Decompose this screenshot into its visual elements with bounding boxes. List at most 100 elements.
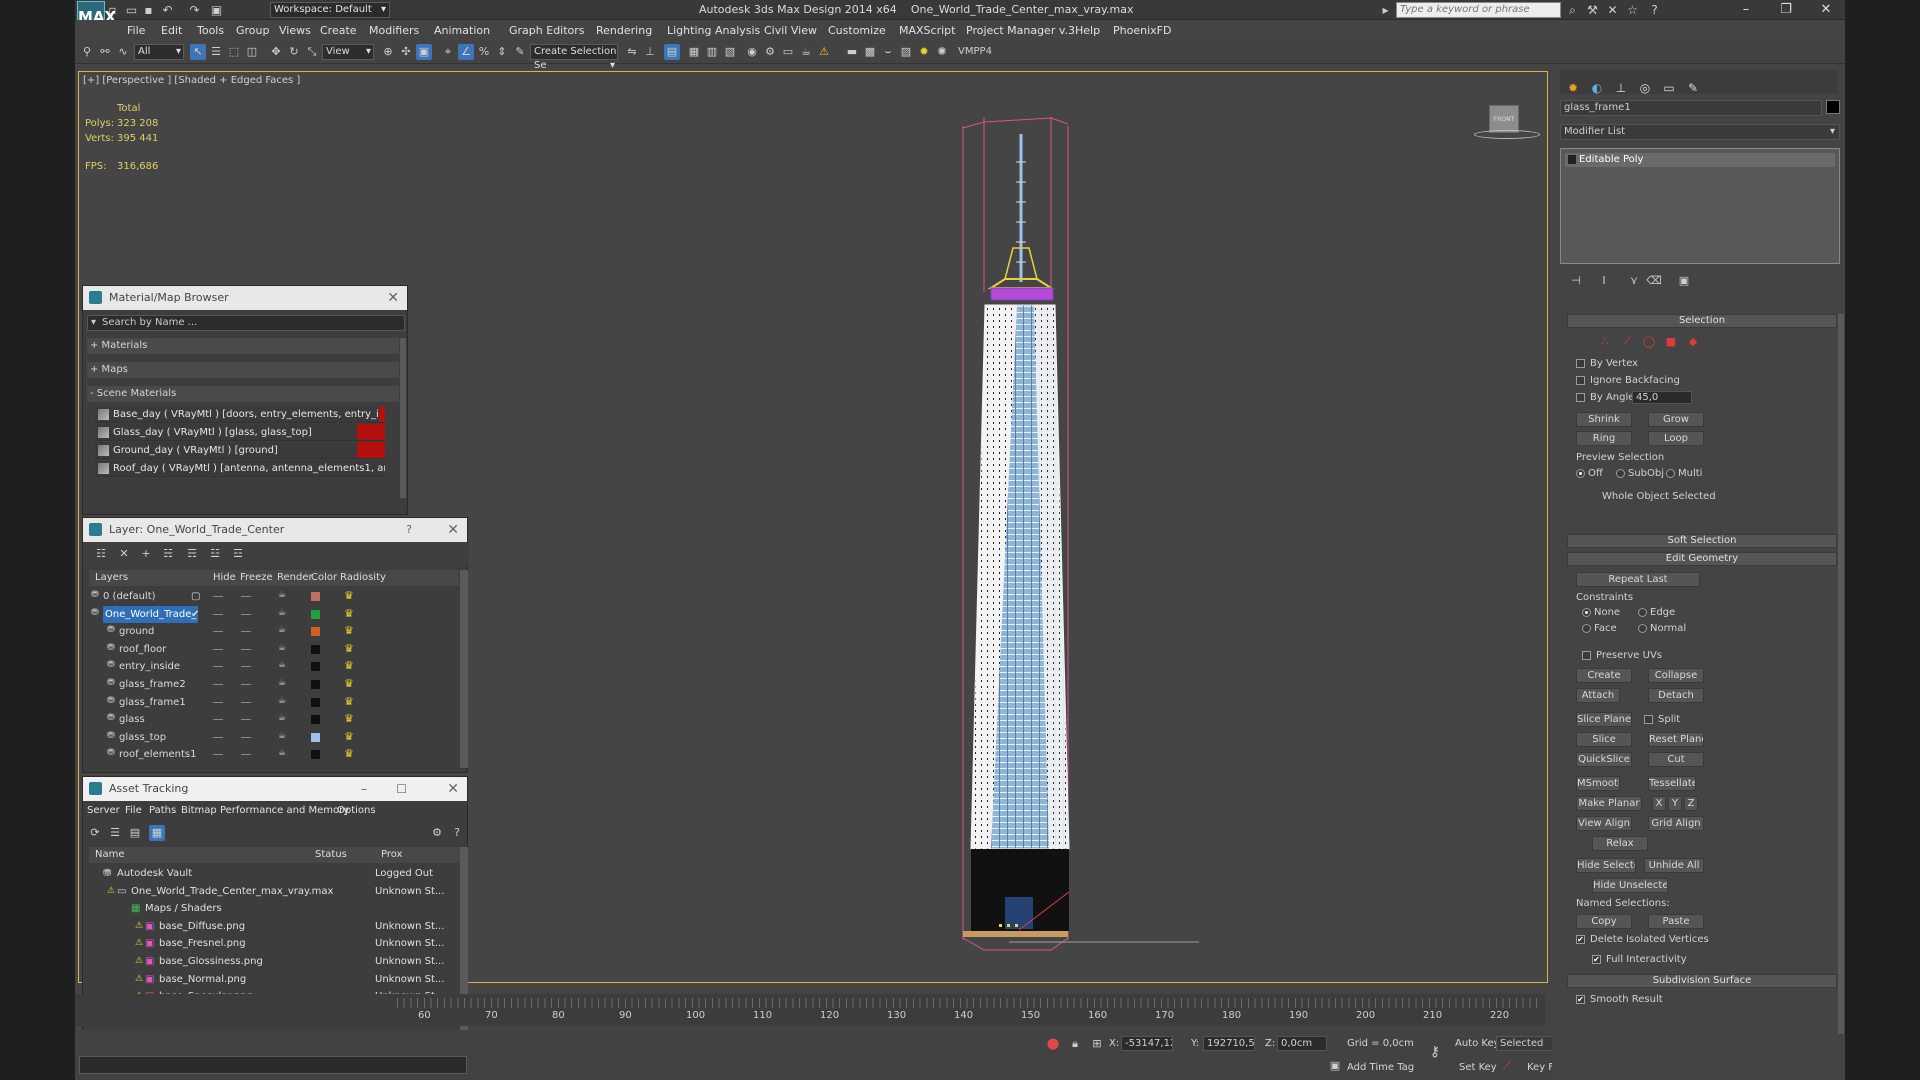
minimize-icon[interactable]: – (361, 777, 367, 801)
freeze-toggle[interactable] (241, 719, 251, 721)
layer-name[interactable]: 0 (default) (103, 588, 156, 605)
delete-layer-icon[interactable]: ✕ (116, 546, 132, 562)
rectangular-selection-icon[interactable]: ⬚ (226, 44, 242, 60)
menu-maxscript[interactable]: MAXScript (899, 24, 955, 37)
layer-checkbox-icon[interactable]: ▢ (191, 588, 200, 605)
relax-button[interactable]: Relax (1592, 836, 1648, 851)
subscription-icon[interactable]: ⚒ (1585, 3, 1600, 17)
material-item[interactable]: Ground_day ( VRayMtl ) [ground] (95, 442, 385, 459)
link-icon[interactable]: ⚲ (79, 44, 95, 60)
layer-name[interactable]: roof_elements1 (119, 746, 196, 763)
render-teapot-icon[interactable]: ☕ (278, 608, 288, 618)
select-objects-in-layer-icon[interactable]: ☵ (160, 546, 176, 562)
close-icon[interactable]: ✕ (447, 777, 459, 801)
freeze-toggle[interactable] (241, 613, 251, 615)
slice-button[interactable]: Slice (1576, 732, 1632, 747)
freeze-column[interactable]: Freeze (240, 572, 273, 583)
modify-tab-icon[interactable]: ◐ (1586, 78, 1608, 98)
msmooth-button[interactable]: MSmooth (1576, 776, 1620, 791)
command-panel-scrollbar[interactable] (1838, 314, 1844, 1034)
hide-toggle[interactable] (213, 648, 223, 650)
section-maps[interactable]: + Maps (87, 362, 399, 378)
ring-button[interactable]: Ring (1576, 431, 1632, 446)
x-coordinate-field[interactable]: -53147,12 (1121, 1036, 1173, 1051)
menu-phoenixfd[interactable]: PhoenixFD (1113, 24, 1171, 37)
asset-row[interactable]: ▦ Maps / Shaders (89, 900, 473, 917)
loop-button[interactable]: Loop (1648, 431, 1704, 446)
layer-color-swatch[interactable] (311, 609, 320, 619)
collapse-button[interactable]: Collapse (1648, 668, 1704, 683)
menu-project-manager[interactable]: Project Manager v.3 (966, 24, 1075, 37)
align-icon[interactable]: ⊥ (642, 44, 658, 60)
layer-row[interactable]: ⛃ 0 (default) ▢ ☕ ♛ (89, 588, 469, 605)
copy-button[interactable]: Copy (1576, 914, 1632, 929)
open-file-icon[interactable]: ▭ (124, 3, 139, 17)
split-checkbox[interactable] (1644, 715, 1653, 724)
by-angle-checkbox[interactable] (1576, 393, 1585, 402)
selection-filter-dropdown[interactable]: All ▾ (134, 44, 184, 60)
layer-manager-icon[interactable]: ▤ (664, 44, 680, 60)
layer-name[interactable]: glass_top (119, 729, 166, 746)
redo-icon[interactable]: ↷ (187, 3, 202, 17)
scale-icon[interactable]: ⤡ (304, 44, 320, 60)
hide-unselected-button[interactable]: Hide Unselected (1592, 878, 1668, 893)
reset-plane-button[interactable]: Reset Plane (1648, 732, 1704, 747)
asset-menu-bitmap-performance[interactable]: Bitmap Performance and Memory (181, 805, 349, 816)
hide-toggle[interactable] (213, 631, 223, 633)
menu-civil-view[interactable]: Civil View (764, 24, 817, 37)
hide-selected-button[interactable]: Hide Selected (1576, 858, 1636, 873)
binoculars-icon[interactable]: ⌕ (1565, 3, 1580, 17)
hide-toggle[interactable] (213, 719, 223, 721)
smooth-result-checkbox[interactable]: ✔ (1576, 995, 1585, 1004)
layer-row[interactable]: ⛃ glass_top ☕ ♛ (89, 729, 469, 746)
radiosity-bulb-icon[interactable]: ♛ (344, 713, 354, 725)
layer-name[interactable]: glass (119, 711, 145, 728)
selection-lock-icon[interactable]: 🔒︎ (1067, 1036, 1083, 1052)
freeze-toggle[interactable] (241, 648, 251, 650)
preserve-uvs-checkbox[interactable] (1582, 651, 1591, 660)
object-name-field[interactable]: glass_frame1 (1560, 100, 1822, 116)
material-item[interactable]: Roof_day ( VRayMtl ) [antenna, antenna_e… (95, 460, 385, 477)
hierarchy-tab-icon[interactable]: ⊥ (1610, 78, 1632, 98)
menu-edit[interactable]: Edit (161, 24, 182, 37)
pin-stack-icon[interactable]: ⊣ (1568, 273, 1584, 289)
layer-row[interactable]: ⛃ roof_floor ☕ ♛ (89, 641, 469, 658)
freeze-toggle[interactable] (241, 754, 251, 756)
minimize-button[interactable]: – (1725, 0, 1767, 20)
table-view-icon[interactable]: ▤ (127, 825, 143, 841)
freeze-toggle[interactable] (241, 736, 251, 738)
select-object-icon[interactable]: ↖ (190, 44, 206, 60)
freeze-toggle[interactable] (241, 684, 251, 685)
edge-level-icon[interactable]: ⟋ (1619, 334, 1635, 350)
polygon-level-icon[interactable]: ■ (1663, 334, 1679, 350)
menu-animation[interactable]: Animation (434, 24, 490, 37)
select-manipulate-icon[interactable]: ✣ (398, 44, 414, 60)
proxy-column[interactable]: Prox (381, 849, 402, 860)
layer-color-swatch[interactable] (311, 715, 320, 725)
render-setup-icon[interactable]: ⚙ (762, 44, 778, 60)
asset-row[interactable]: ⚠ ▣ base_Glossiness.png Unknown St... (89, 953, 473, 970)
radiosity-bulb-icon[interactable]: ♛ (344, 748, 354, 760)
active-layer-check-icon[interactable]: ✔ (191, 606, 199, 623)
render-teapot-icon[interactable]: ☕ (278, 731, 288, 741)
asset-row[interactable]: ⛃ Autodesk Vault Logged Out (89, 865, 473, 882)
render-teapot-icon[interactable]: ☕ (278, 714, 288, 723)
hide-all-layers-icon[interactable]: ☳ (207, 546, 223, 562)
asset-menu-file[interactable]: File (125, 805, 142, 816)
render-teapot-icon[interactable]: ☕ (278, 749, 288, 758)
radiosity-bulb-icon[interactable]: ♛ (344, 695, 354, 708)
vault-login-icon[interactable]: ⚙ (429, 825, 445, 841)
help-icon[interactable]: ? (449, 825, 465, 841)
z-coordinate-field[interactable]: 0,0cm (1277, 1036, 1327, 1051)
layer-manager-title-bar[interactable]: Layer: One_World_Trade_Center? ✕ (83, 518, 467, 542)
utilities-tab-icon[interactable]: ✎ (1682, 78, 1704, 98)
vray-plane-icon[interactable]: ⌣ (880, 44, 896, 60)
layers-column[interactable]: Layers (95, 572, 128, 583)
expand-arrow-icon[interactable]: ▸ (1378, 3, 1393, 17)
radiosity-bulb-icon[interactable]: ♛ (344, 590, 354, 602)
favorites-star-icon[interactable]: ☆ (1625, 3, 1640, 17)
radiosity-bulb-icon[interactable]: ♛ (344, 678, 354, 690)
menu-help[interactable]: Help (1075, 24, 1100, 37)
render-column[interactable]: Render (277, 572, 313, 583)
layer-name[interactable]: ground (119, 623, 154, 640)
